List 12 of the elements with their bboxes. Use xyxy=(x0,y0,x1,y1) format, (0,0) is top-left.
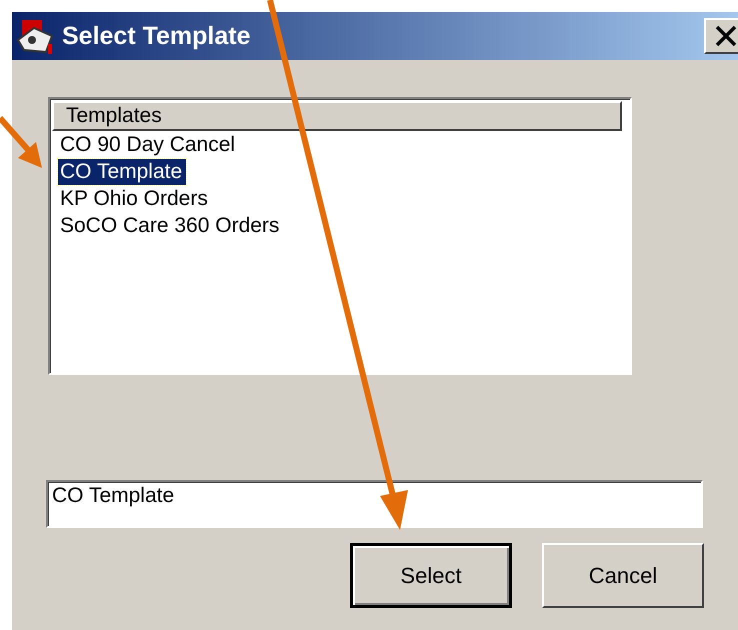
list-item[interactable]: KP Ohio Orders xyxy=(58,186,212,212)
list-item[interactable]: SoCO Care 360 Orders xyxy=(58,213,284,239)
column-header[interactable]: Templates xyxy=(52,101,622,131)
dialog-button[interactable]: Cancel xyxy=(542,543,704,608)
close-icon xyxy=(715,25,737,47)
annotation-arrow xyxy=(0,116,42,168)
window-title: Select Template xyxy=(62,22,252,50)
dialog-button[interactable]: Select xyxy=(350,543,512,608)
template-name-field[interactable]: CO Template xyxy=(46,480,703,528)
list-item[interactable]: CO Template xyxy=(58,159,186,185)
list-item[interactable]: CO 90 Day Cancel xyxy=(58,132,240,158)
close-button[interactable] xyxy=(704,18,738,54)
